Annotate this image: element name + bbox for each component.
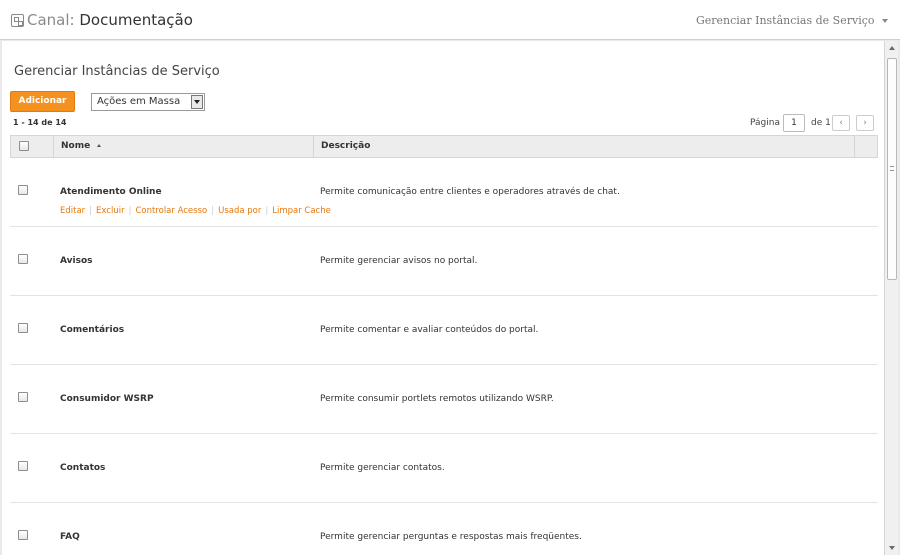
row-description: Permite comentar e avaliar conteúdos do … <box>320 325 539 335</box>
row-description: Permite gerenciar perguntas e respostas … <box>320 532 582 542</box>
manage-menu-label: Gerenciar Instâncias de Serviço <box>695 14 875 27</box>
clear-cache-link[interactable]: Limpar Cache <box>272 206 331 216</box>
row-actions: Editar | Excluir | Controlar Acesso | Usada po… <box>60 206 331 216</box>
used-by-link[interactable]: Usada por <box>218 206 261 216</box>
row-description: Permite gerenciar avisos no portal. <box>320 256 478 266</box>
row-checkbox[interactable] <box>18 461 28 471</box>
next-page-button[interactable]: › <box>856 115 874 131</box>
channel-name: Documentação <box>79 11 193 29</box>
add-button[interactable]: Adicionar <box>10 91 75 112</box>
row-name[interactable]: Consumidor WSRP <box>60 394 154 404</box>
dropdown-arrow-icon[interactable] <box>191 95 203 109</box>
row-name[interactable]: FAQ <box>60 532 80 542</box>
bulk-actions-select[interactable]: Ações em Massa <box>91 93 205 111</box>
row-description: Permite consumir portlets remotos utiliz… <box>320 394 554 404</box>
caret-down-icon <box>882 19 888 23</box>
delete-link[interactable]: Excluir <box>96 206 125 216</box>
row-checkbox[interactable] <box>18 254 28 264</box>
table-row: Avisos Permite gerenciar avisos no porta… <box>10 227 878 296</box>
column-name[interactable]: Nome <box>61 136 102 157</box>
channel-title: Canal: Documentação <box>27 11 193 29</box>
table-row: FAQ Permite gerenciar perguntas e respos… <box>10 503 878 555</box>
table-row: Consumidor WSRP Permite consumir portlet… <box>10 365 878 434</box>
page-title: Gerenciar Instâncias de Serviço <box>14 64 220 79</box>
row-checkbox[interactable] <box>18 530 28 540</box>
result-count: 1 - 14 de 14 <box>13 118 67 127</box>
row-name[interactable]: Contatos <box>60 463 105 473</box>
channel-label: Canal: <box>27 11 75 29</box>
row-description: Permite comunicação entre clientes e ope… <box>320 187 620 197</box>
vertical-scrollbar[interactable] <box>884 41 898 555</box>
scroll-thumb[interactable] <box>887 58 897 280</box>
content-panel: Gerenciar Instâncias de Serviço Adiciona… <box>2 41 884 555</box>
page-total: de 1 <box>811 118 831 128</box>
access-control-link[interactable]: Controlar Acesso <box>135 206 207 216</box>
edit-link[interactable]: Editar <box>60 206 85 216</box>
page-input[interactable]: 1 <box>783 114 805 132</box>
column-name-label: Nome <box>61 141 91 151</box>
row-description: Permite gerenciar contatos. <box>320 463 445 473</box>
row-name[interactable]: Avisos <box>60 256 93 266</box>
table-row: Comentários Permite comentar e avaliar c… <box>10 296 878 365</box>
select-all-checkbox[interactable] <box>19 141 29 151</box>
table-header: Nome Descrição <box>10 135 878 158</box>
table-row: Contatos Permite gerenciar contatos. <box>10 434 878 503</box>
column-description: Descrição <box>321 141 371 151</box>
scroll-down-icon[interactable] <box>889 546 895 550</box>
table-row: Atendimento Online Permite comunicação e… <box>10 158 878 227</box>
top-bar: Canal: Documentação Gerenciar Instâncias… <box>0 0 900 40</box>
row-checkbox[interactable] <box>18 392 28 402</box>
row-checkbox[interactable] <box>18 185 28 195</box>
pager: Página 1 de 1 ‹ › <box>750 114 876 132</box>
channel-icon <box>11 14 24 27</box>
sort-ascending-icon <box>97 144 102 147</box>
row-name[interactable]: Comentários <box>60 325 124 335</box>
row-name[interactable]: Atendimento Online <box>60 187 162 197</box>
bulk-actions-value: Ações em Massa <box>97 96 181 107</box>
row-checkbox[interactable] <box>18 323 28 333</box>
manage-menu[interactable]: Gerenciar Instâncias de Serviço <box>696 14 888 27</box>
scroll-up-icon[interactable] <box>889 46 895 50</box>
page-label: Página <box>750 118 780 128</box>
prev-page-button[interactable]: ‹ <box>832 115 850 131</box>
